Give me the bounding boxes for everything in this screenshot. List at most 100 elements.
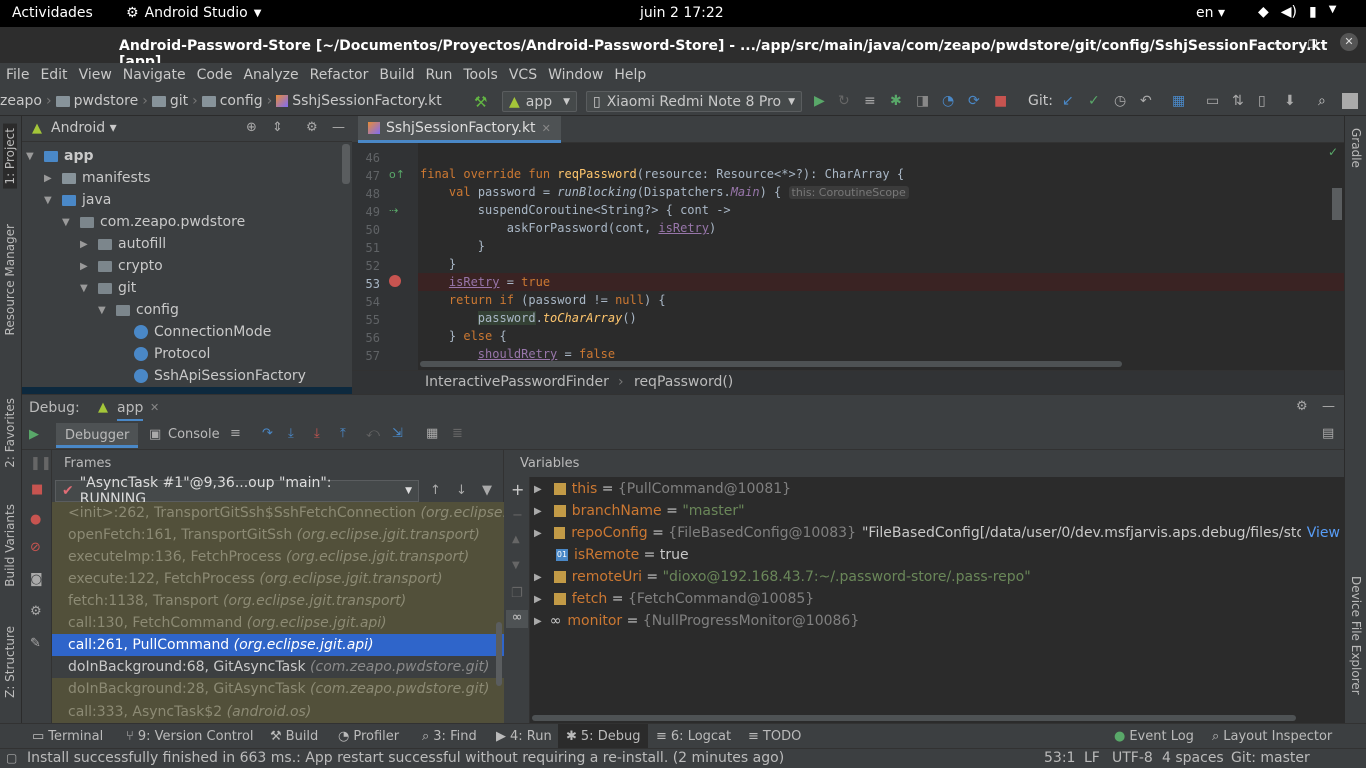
breadcrumb-item[interactable]: pwdstore xyxy=(74,93,139,109)
tree-item-git[interactable]: ▼ git xyxy=(80,277,136,299)
tree-item-config[interactable]: ▼ config xyxy=(98,299,179,321)
code-editor[interactable]: 46 47 48 49 50 51 52 53 54 55 56 57 o↑ ⇢… xyxy=(352,143,1344,370)
gear-icon[interactable]: ⚙ xyxy=(1296,399,1308,414)
breakpoint-icon[interactable] xyxy=(389,275,401,287)
suspend-call-gutter-icon[interactable]: ⇢ xyxy=(389,204,398,217)
tree-item-protocol[interactable]: Protocol xyxy=(134,343,210,365)
tool-logcat[interactable]: ≡ 6: Logcat xyxy=(656,729,731,744)
indent-setting[interactable]: 4 spaces xyxy=(1162,750,1224,766)
git-commit-icon[interactable]: ✓ xyxy=(1088,93,1104,109)
move-down-icon[interactable]: ▼ xyxy=(512,560,520,571)
frames-scrollbar[interactable] xyxy=(496,622,502,686)
show-execution-point-icon[interactable]: ≡ xyxy=(230,426,241,441)
copy-icon[interactable]: ❐ xyxy=(511,586,523,601)
breadcrumb-item[interactable]: git xyxy=(170,93,188,109)
file-encoding[interactable]: UTF-8 xyxy=(1112,750,1153,766)
menu-help[interactable]: Help xyxy=(614,67,646,83)
tool-run[interactable]: ▶ 4: Run xyxy=(496,729,552,744)
maximize-button[interactable]: ❐ xyxy=(1308,38,1318,51)
tool-tab-build-variants[interactable]: Build Variants xyxy=(3,504,17,587)
stack-frame-selected[interactable]: call:261, PullCommand (org.eclipse.jgit.… xyxy=(52,634,504,656)
no-problems-icon[interactable]: ✓ xyxy=(1328,145,1338,159)
hide-panel-icon[interactable]: — xyxy=(332,120,345,135)
step-over-icon[interactable]: ↷ xyxy=(262,426,273,441)
profile-icon[interactable]: ◔ xyxy=(942,93,958,109)
evaluate-expression-icon[interactable]: ▦ xyxy=(426,426,438,441)
tree-item-autofill[interactable]: ▶ autofill xyxy=(80,233,166,255)
tab-console[interactable]: Console xyxy=(168,427,220,442)
camera-icon[interactable]: ◙ xyxy=(30,572,43,587)
menu-tools[interactable]: Tools xyxy=(463,67,498,83)
filter-icon[interactable]: ▼ xyxy=(482,483,492,498)
move-up-icon[interactable]: ▲ xyxy=(512,534,520,545)
stack-frame[interactable]: call:333, AsyncTask$2 (android.os) xyxy=(52,700,504,723)
run-config-select[interactable]: ▲ app ▼ xyxy=(502,91,577,112)
force-step-into-icon[interactable]: ⤓ xyxy=(314,426,320,441)
tool-tab-gradle[interactable]: Gradle xyxy=(1349,128,1363,168)
tree-item-app[interactable]: ▼ app xyxy=(26,145,94,167)
run-to-cursor-icon[interactable]: ⇲ xyxy=(392,426,403,441)
trace-icon[interactable]: ≣ xyxy=(452,426,463,441)
language-indicator[interactable]: en ▾ xyxy=(1196,5,1225,21)
attach-debugger-icon[interactable]: ◨ xyxy=(916,93,932,109)
stack-frame[interactable]: doInBackground:28, GitAsyncTask (com.zea… xyxy=(52,678,504,700)
collapse-all-icon[interactable]: ⇕ xyxy=(272,120,283,135)
variable-row[interactable]: ▶ repoConfig = {FileBasedConfig@10083} "… xyxy=(534,522,1340,544)
close-session-icon[interactable]: ✕ xyxy=(150,401,159,414)
stack-frame[interactable]: call:130, FetchCommand (org.eclipse.jgit… xyxy=(52,612,504,634)
git-update-icon[interactable]: ↙ xyxy=(1062,93,1078,109)
stack-frame[interactable]: execute:122, FetchProcess (org.eclipse.j… xyxy=(52,568,504,590)
tool-layout-inspector[interactable]: ⌕ Layout Inspector xyxy=(1212,729,1332,744)
minimize-button[interactable]: — xyxy=(1272,36,1286,52)
apply-code-changes-icon[interactable]: ≡ xyxy=(864,93,880,109)
tool-tab-favorites[interactable]: 2: Favorites xyxy=(3,398,17,468)
tab-debugger[interactable]: Debugger xyxy=(56,423,139,448)
run-icon[interactable]: ▶ xyxy=(814,93,830,109)
tool-find[interactable]: ⌕ 3: Find xyxy=(422,729,477,744)
breadcrumb-item[interactable]: config xyxy=(220,93,263,109)
arrow-down-icon[interactable]: ↓ xyxy=(456,483,467,498)
status-message[interactable]: Install successfully finished in 663 ms.… xyxy=(27,750,784,766)
app-menu[interactable]: ⚙ Android Studio ▼ xyxy=(126,5,261,21)
breadcrumb-item[interactable]: SshjSessionFactory.kt xyxy=(292,93,442,109)
menu-navigate[interactable]: Navigate xyxy=(123,67,186,83)
new-watch-icon[interactable]: + xyxy=(511,480,524,499)
pin-icon[interactable]: ✎ xyxy=(30,636,41,651)
stack-frame[interactable]: doInBackground:68, GitAsyncTask (com.zea… xyxy=(52,656,504,678)
stack-frame[interactable]: <init>:262, TransportGitSsh$SshFetchConn… xyxy=(52,502,504,524)
sdk-manager-icon[interactable]: ⬇ xyxy=(1284,93,1300,109)
layout-options-icon[interactable]: ▤ xyxy=(1322,426,1334,441)
variable-row[interactable]: ▶ ∞ monitor = {NullProgressMonitor@10086… xyxy=(534,610,859,632)
view-link[interactable]: View xyxy=(1307,525,1340,541)
git-rollback-icon[interactable]: ↶ xyxy=(1140,93,1156,109)
gradle-sync-icon[interactable]: ⇅ xyxy=(1232,93,1248,109)
activities-button[interactable]: Actividades xyxy=(12,5,93,21)
menu-window[interactable]: Window xyxy=(548,67,603,83)
stop-icon[interactable]: ■ xyxy=(994,93,1010,109)
tree-item-sshapisessionfactory[interactable]: SshApiSessionFactory xyxy=(134,365,306,387)
clock[interactable]: juin 2 17:22 xyxy=(640,5,724,21)
tool-tab-structure[interactable]: Z: Structure xyxy=(3,626,17,698)
variable-row[interactable]: ▶ fetch = {FetchCommand@10085} xyxy=(534,588,814,610)
mute-breakpoints-icon[interactable]: ⊘ xyxy=(30,540,41,555)
git-history-icon[interactable]: ◷ xyxy=(1114,93,1130,109)
stack-frame[interactable]: openFetch:161, TransportGitSsh (org.ecli… xyxy=(52,524,504,546)
build-hammer-icon[interactable]: ⚒ xyxy=(474,93,490,111)
stack-frame[interactable]: fetch:1138, Transport (org.eclipse.jgit.… xyxy=(52,590,504,612)
editor-horizontal-scrollbar[interactable] xyxy=(420,361,1122,367)
line-separator[interactable]: LF xyxy=(1084,750,1100,766)
close-tab-icon[interactable]: ✕ xyxy=(542,122,551,135)
coverage-icon[interactable]: ⟳ xyxy=(968,93,984,109)
project-structure-icon[interactable]: ▦ xyxy=(1172,93,1188,109)
tool-build[interactable]: ⚒ Build xyxy=(270,729,318,744)
arrow-up-icon[interactable]: ↑ xyxy=(430,483,441,498)
device-manager-icon[interactable]: ▯ xyxy=(1258,93,1274,109)
menu-file[interactable]: File xyxy=(6,67,29,83)
view-breakpoints-icon[interactable]: ● xyxy=(30,512,41,527)
breadcrumb-class[interactable]: InteractivePasswordFinder xyxy=(425,374,609,390)
step-out-icon[interactable]: ⤒ xyxy=(340,426,346,441)
search-icon[interactable]: ⌕ xyxy=(1318,93,1334,109)
editor-tab-sshjsessionfactory[interactable]: SshjSessionFactory.kt ✕ xyxy=(358,116,561,143)
tool-tab-resource-manager[interactable]: Resource Manager xyxy=(3,224,17,335)
avatar-icon[interactable] xyxy=(1342,93,1358,109)
